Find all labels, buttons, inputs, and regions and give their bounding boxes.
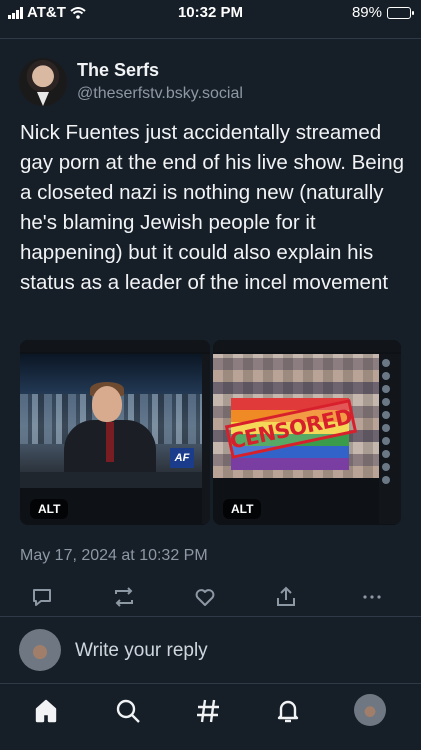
notifications-bell-icon[interactable] <box>273 696 303 726</box>
post-date: May 17, 2024 at 10:32 PM <box>20 547 208 564</box>
reply-icon[interactable] <box>29 584 55 610</box>
status-right: 89% <box>351 4 414 21</box>
reply-input[interactable]: Write your reply <box>75 640 208 662</box>
alt-badge[interactable]: ALT <box>223 499 262 519</box>
search-icon[interactable] <box>113 696 143 726</box>
reply-avatar <box>19 629 61 671</box>
share-icon[interactable] <box>273 584 299 610</box>
home-icon[interactable] <box>31 696 61 726</box>
post-image-1[interactable]: AF ALT <box>20 340 210 525</box>
more-icon[interactable] <box>359 584 385 610</box>
header-divider <box>0 38 421 39</box>
divider <box>0 616 421 617</box>
feeds-hash-icon[interactable] <box>193 696 223 726</box>
author-handle[interactable]: @theserfstv.bsky.social <box>77 85 243 103</box>
like-icon[interactable] <box>192 584 218 610</box>
bottom-nav <box>0 684 421 750</box>
pixelated-background: CENSORED <box>213 354 379 478</box>
post-text: Nick Fuentes just accidentally streamed … <box>20 121 405 294</box>
alt-badge[interactable]: ALT <box>30 499 69 519</box>
af-logo: AF <box>170 448 194 468</box>
profile-avatar[interactable] <box>354 694 386 726</box>
author-name[interactable]: The Serfs <box>77 60 159 81</box>
repost-icon[interactable] <box>111 584 137 610</box>
battery-icon <box>387 6 414 19</box>
post-image-2[interactable]: CENSORED ALT <box>213 340 401 525</box>
status-bar: AT&T 10:32 PM 89% <box>0 0 421 26</box>
battery-percent: 89% <box>351 4 382 21</box>
author-avatar[interactable] <box>19 58 67 106</box>
